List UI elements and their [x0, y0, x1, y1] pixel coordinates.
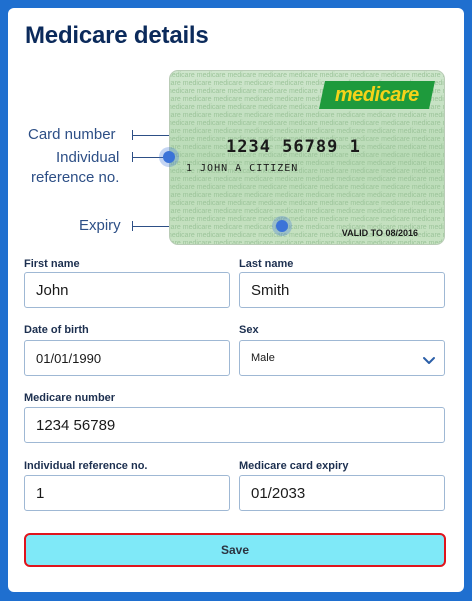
individual-ref-marker [163, 151, 175, 163]
medicare-number-value: 1234 56789 [36, 416, 116, 434]
medicare-number-label: Medicare number [24, 392, 116, 404]
callout-card-number: Card number [28, 126, 116, 143]
card-pattern-text: medicare medicare medicare medicare medi… [170, 112, 444, 119]
sex-value: Male [251, 352, 275, 364]
card-pattern-text: medicare medicare medicare medicare medi… [170, 176, 444, 183]
first-name-value: John [36, 281, 69, 299]
last-name-value: Smith [251, 281, 290, 299]
dob-value: 01/01/1990 [36, 350, 102, 366]
first-name-label: First name [24, 258, 80, 270]
card-expiry-text: VALID TO 08/2016 [341, 228, 418, 238]
individual-ref-value: 1 [36, 484, 45, 502]
card-pattern-text: medicare medicare medicare medicare medi… [170, 128, 444, 135]
card-pattern-text: medicare medicare medicare medicare medi… [170, 240, 444, 244]
dob-label: Date of birth [24, 324, 89, 336]
callout-individual-ref-line2: reference no. [31, 169, 120, 186]
card-pattern-text: medicare medicare medicare medicare medi… [170, 192, 444, 199]
medicare-details-panel: Medicare details Card number Individual … [8, 8, 464, 592]
callout-individual-ref-line [133, 157, 165, 158]
chevron-down-icon [423, 357, 435, 364]
callout-expiry: Expiry [79, 217, 121, 234]
individual-ref-field[interactable]: 1 [24, 475, 230, 511]
individual-ref-label: Individual reference no. [24, 460, 148, 472]
card-pattern-text: medicare medicare medicare medicare medi… [170, 200, 444, 207]
card-pattern-text: medicare medicare medicare medicare medi… [170, 120, 444, 127]
callout-individual-ref-line1: Individual [56, 149, 120, 166]
page-title: Medicare details [25, 22, 209, 49]
card-expiry-label: Medicare card expiry [239, 460, 349, 472]
card-pattern-text: medicare medicare medicare medicare medi… [170, 208, 444, 215]
first-name-field[interactable]: John [24, 272, 230, 308]
last-name-label: Last name [239, 258, 294, 270]
sex-label: Sex [239, 324, 259, 336]
expiry-marker [276, 220, 288, 232]
card-expiry-field[interactable]: 01/2033 [239, 475, 445, 511]
last-name-field[interactable]: Smith [239, 272, 445, 308]
dob-field[interactable]: 01/01/1990 [24, 340, 230, 376]
card-pattern-text: medicare medicare medicare medicare medi… [170, 184, 444, 191]
medicare-number-field[interactable]: 1234 56789 [24, 407, 445, 443]
medicare-logo: medicare [319, 81, 435, 109]
medicare-logo-text: medicare [335, 83, 419, 106]
sex-select[interactable]: Male [239, 340, 445, 376]
card-name-text: 1 JOHN A CITIZEN [186, 163, 299, 174]
save-button[interactable]: Save [24, 533, 446, 567]
card-pattern-text: medicare medicare medicare medicare medi… [170, 72, 444, 79]
medicare-card-image: medicare medicare medicare medicare medi… [169, 70, 445, 245]
card-expiry-value: 01/2033 [251, 484, 306, 502]
card-pattern-text: medicare medicare medicare medicare medi… [170, 216, 444, 223]
card-number-text: 1234 56789 1 [226, 137, 361, 157]
